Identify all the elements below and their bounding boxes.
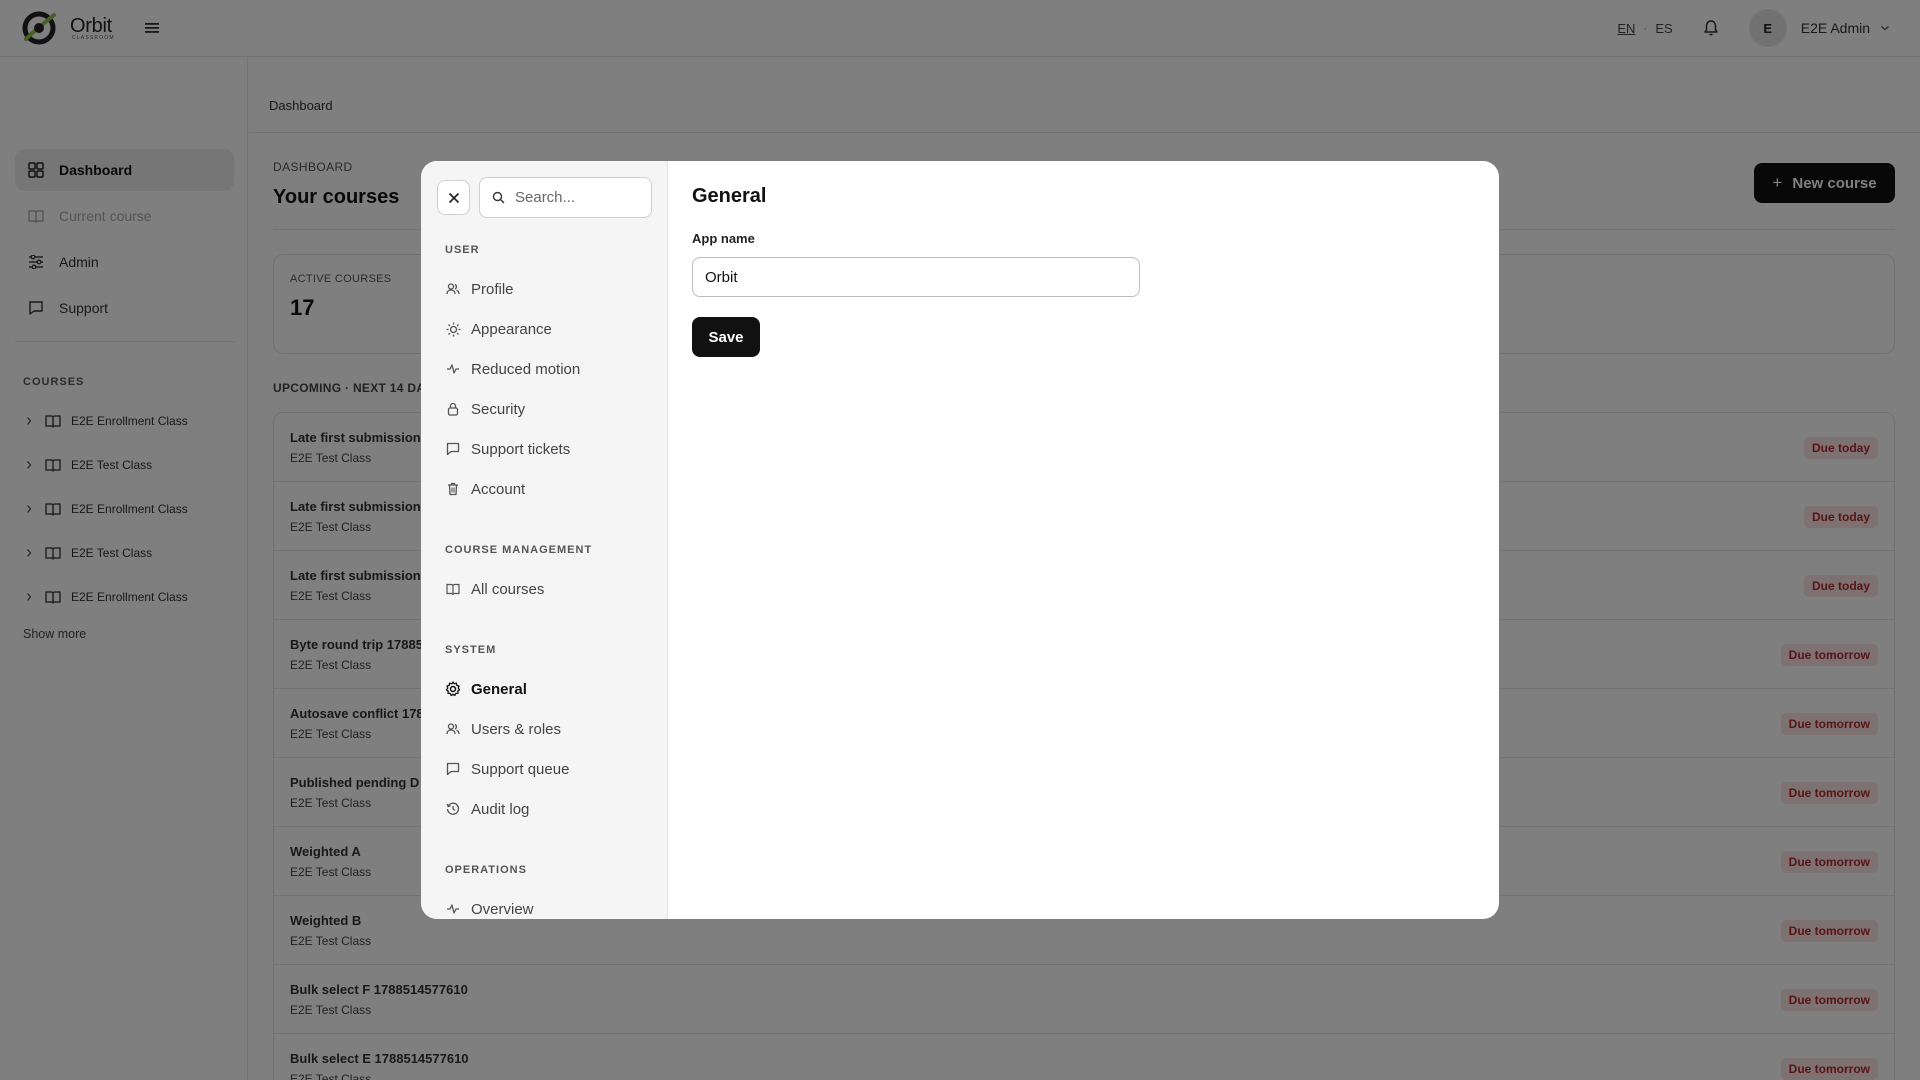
chat-icon (445, 441, 461, 457)
settings-item-label: All courses (471, 580, 545, 598)
search-icon (492, 191, 505, 204)
settings-item-security[interactable]: Security (445, 394, 525, 424)
settings-item-label: Users & roles (471, 720, 562, 738)
settings-item-label: Account (471, 480, 526, 498)
section-heading-system: SYSTEM (445, 644, 497, 656)
settings-item-all-courses[interactable]: All courses (445, 574, 544, 604)
settings-item-label: Support queue (471, 760, 570, 778)
book-icon (445, 581, 461, 597)
settings-panel: General App name Save (668, 161, 1499, 919)
users-icon (445, 721, 461, 737)
close-icon (448, 192, 459, 203)
section-heading-course-management: COURSE MANAGEMENT (445, 544, 593, 556)
activity-icon (445, 361, 461, 377)
sun-icon (445, 321, 461, 337)
app-name-label: App name (692, 231, 755, 246)
gear-icon (445, 681, 461, 697)
section-heading-user: USER (445, 244, 480, 256)
settings-item-account[interactable]: Account (445, 474, 525, 504)
section-heading-operations: OPERATIONS (445, 864, 527, 876)
settings-item-support-tickets[interactable]: Support tickets (445, 434, 570, 464)
panel-title: General (692, 185, 767, 207)
close-button[interactable] (437, 180, 470, 215)
lock-icon (445, 401, 461, 417)
history-icon (445, 801, 461, 817)
search-input[interactable] (515, 189, 645, 206)
settings-item-appearance[interactable]: Appearance (445, 314, 552, 344)
app-name-input[interactable] (692, 257, 1140, 297)
settings-item-label: Appearance (471, 320, 552, 338)
settings-item-audit-log[interactable]: Audit log (445, 794, 529, 824)
settings-item-label: Audit log (471, 800, 530, 818)
chat-icon (445, 761, 461, 777)
settings-item-general[interactable]: General (445, 674, 527, 704)
settings-item-overview[interactable]: Overview (445, 894, 534, 919)
settings-item-label: General (471, 680, 527, 698)
settings-item-label: Reduced motion (471, 360, 581, 378)
settings-item-label: Security (471, 400, 526, 418)
activity-icon (445, 901, 461, 917)
settings-item-label: Support tickets (471, 440, 571, 458)
save-button[interactable]: Save (692, 317, 760, 357)
settings-item-label: Overview (471, 900, 534, 918)
users-icon (445, 281, 461, 297)
trash-icon (445, 481, 461, 497)
settings-item-profile[interactable]: Profile (445, 274, 514, 304)
settings-item-label: Profile (471, 280, 514, 298)
settings-item-support-queue[interactable]: Support queue (445, 754, 569, 784)
settings-search[interactable] (479, 177, 652, 218)
settings-modal: USER Profile Appearance Reduced motion S… (421, 161, 1499, 919)
settings-item-reduced-motion[interactable]: Reduced motion (445, 354, 580, 384)
settings-item-users-roles[interactable]: Users & roles (445, 714, 561, 744)
settings-nav: USER Profile Appearance Reduced motion S… (421, 161, 668, 919)
